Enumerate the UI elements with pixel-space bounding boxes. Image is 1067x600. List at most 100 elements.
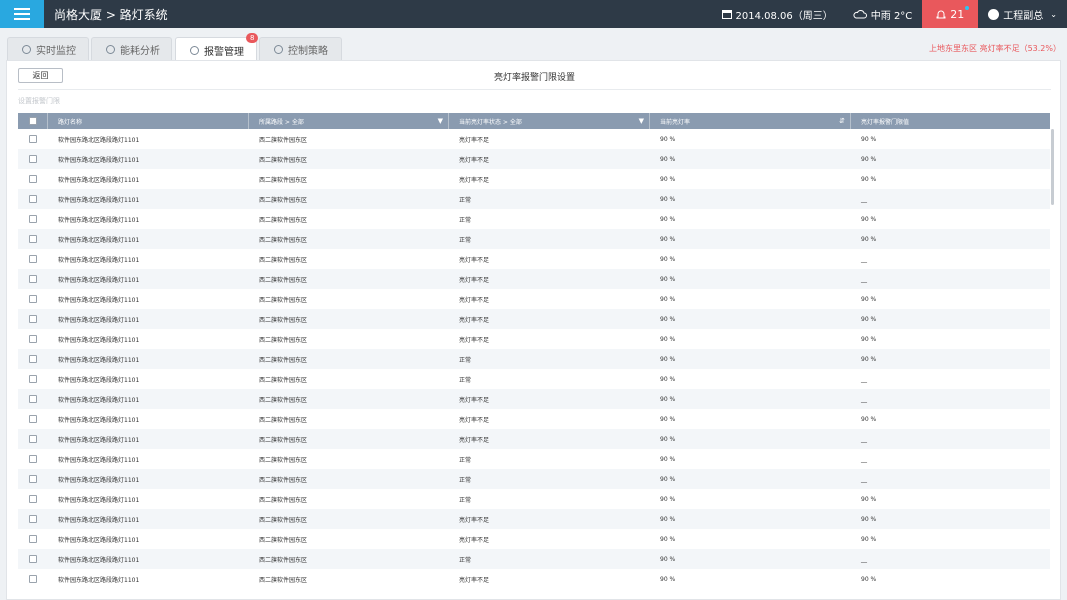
row-checkbox[interactable] <box>29 175 37 183</box>
scrollbar[interactable] <box>1051 129 1054 205</box>
tab-control-strategy[interactable]: 控制策略 <box>259 37 342 61</box>
row-checkbox[interactable] <box>29 135 37 143</box>
row-checkbox[interactable] <box>29 375 37 383</box>
panel-title: 亮灯率报警门限设置 <box>493 73 575 83</box>
alert-message[interactable]: 上地东里东区 亮灯率不足（53.2%） <box>929 43 1061 54</box>
row-checkbox[interactable] <box>29 535 37 543</box>
row-checkbox[interactable] <box>29 415 37 423</box>
row-checkbox[interactable] <box>29 455 37 463</box>
table-row[interactable]: 软件园东路北区路段路灯1101 西二旗软件园东区 亮灯率不足 90 % __ <box>18 389 1050 409</box>
row-checkbox[interactable] <box>29 295 37 303</box>
row-checkbox[interactable] <box>29 495 37 503</box>
header-status-filter[interactable]: 当前亮灯率状态 > 全部 ▼ <box>449 113 650 129</box>
table-row[interactable]: 软件园东路北区路段路灯1101 西二旗软件园东区 亮灯率不足 90 % __ <box>18 249 1050 269</box>
cell-current-rate: 90 % <box>660 455 676 463</box>
alarm-button[interactable]: 21 <box>922 0 979 28</box>
row-checkbox[interactable] <box>29 215 37 223</box>
cell-road: 西二旗软件园东区 <box>259 536 308 544</box>
cell-threshold: 90 % <box>861 215 877 223</box>
cell-status: 正常 <box>459 196 472 204</box>
table-row[interactable]: 软件园东路北区路段路灯1101 西二旗软件园东区 亮灯率不足 90 % 90 % <box>18 129 1050 149</box>
cell-road: 西二旗软件园东区 <box>259 156 308 164</box>
row-checkbox[interactable] <box>29 235 37 243</box>
table-row[interactable]: 软件园东路北区路段路灯1101 西二旗软件园东区 正常 90 % 90 % <box>18 349 1050 369</box>
table-row[interactable]: 软件园东路北区路段路灯1101 西二旗软件园东区 正常 90 % __ <box>18 189 1050 209</box>
cell-threshold: __ <box>861 255 867 263</box>
cell-status: 亮灯率不足 <box>459 416 490 424</box>
table-row[interactable]: 软件园东路北区路段路灯1101 西二旗软件园东区 亮灯率不足 90 % 90 % <box>18 289 1050 309</box>
tab-energy-analysis[interactable]: 能耗分析 <box>91 37 172 61</box>
chevron-down-icon: ▼ <box>638 117 644 125</box>
table-row[interactable]: 软件园东路北区路段路灯1101 西二旗软件园东区 正常 90 % __ <box>18 549 1050 569</box>
header-current-rate[interactable]: 当前亮灯率 ⇵ <box>650 113 851 129</box>
table-row[interactable]: 软件园东路北区路段路灯1101 西二旗软件园东区 亮灯率不足 90 % 90 % <box>18 329 1050 349</box>
tab-alarm-management[interactable]: 报警管理 8 <box>175 33 259 62</box>
user-menu[interactable]: 工程副总 ⌄ <box>978 0 1067 28</box>
cell-road: 西二旗软件园东区 <box>259 256 308 264</box>
cell-road: 西二旗软件园东区 <box>259 336 308 344</box>
row-checkbox[interactable] <box>29 255 37 263</box>
cell-light-name: 软件园东路北区路段路灯1101 <box>58 356 140 364</box>
cell-light-name: 软件园东路北区路段路灯1101 <box>58 316 140 324</box>
cell-current-rate: 90 % <box>660 275 676 283</box>
cell-current-rate: 90 % <box>660 355 676 363</box>
cell-road: 西二旗软件园东区 <box>259 376 308 384</box>
cell-current-rate: 90 % <box>660 435 676 443</box>
select-all-checkbox[interactable] <box>28 117 37 125</box>
cell-status: 亮灯率不足 <box>459 316 490 324</box>
cell-road: 西二旗软件园东区 <box>259 296 308 304</box>
table-row[interactable]: 软件园东路北区路段路灯1101 西二旗软件园东区 亮灯率不足 90 % 90 % <box>18 169 1050 189</box>
table-row[interactable]: 软件园东路北区路段路灯1101 西二旗软件园东区 正常 90 % __ <box>18 369 1050 389</box>
cell-light-name: 软件园东路北区路段路灯1101 <box>58 516 140 524</box>
table-row[interactable]: 软件园东路北区路段路灯1101 西二旗软件园东区 亮灯率不足 90 % 90 % <box>18 529 1050 549</box>
cell-light-name: 软件园东路北区路段路灯1101 <box>58 396 140 404</box>
cloud-icon <box>853 10 867 19</box>
row-checkbox[interactable] <box>29 355 37 363</box>
cell-road: 西二旗软件园东区 <box>259 436 308 444</box>
row-checkbox[interactable] <box>29 515 37 523</box>
cell-light-name: 软件园东路北区路段路灯1101 <box>58 496 140 504</box>
row-checkbox[interactable] <box>29 335 37 343</box>
table-row[interactable]: 软件园东路北区路段路灯1101 西二旗软件园东区 亮灯率不足 90 % __ <box>18 269 1050 289</box>
table-row[interactable]: 软件园东路北区路段路灯1101 西二旗软件园东区 正常 90 % 90 % <box>18 229 1050 249</box>
row-checkbox[interactable] <box>29 435 37 443</box>
row-checkbox[interactable] <box>29 315 37 323</box>
table-row[interactable]: 软件园东路北区路段路灯1101 西二旗软件园东区 亮灯率不足 90 % 90 % <box>18 309 1050 329</box>
cell-road: 西二旗软件园东区 <box>259 216 308 224</box>
monitor-icon <box>22 45 31 54</box>
row-checkbox[interactable] <box>29 555 37 563</box>
menu-icon[interactable] <box>0 0 44 28</box>
tab-realtime-monitor[interactable]: 实时监控 <box>7 37 89 61</box>
cell-status: 正常 <box>459 556 472 564</box>
cell-select <box>18 489 48 509</box>
cell-select <box>18 289 48 309</box>
table-row[interactable]: 软件园东路北区路段路灯1101 西二旗软件园东区 亮灯率不足 90 % 90 % <box>18 149 1050 169</box>
header-road-filter[interactable]: 所属路段 > 全部 ▼ <box>249 113 449 129</box>
table-row[interactable]: 软件园东路北区路段路灯1101 西二旗软件园东区 正常 90 % __ <box>18 449 1050 469</box>
table-row[interactable]: 软件园东路北区路段路灯1101 西二旗软件园东区 正常 90 % 90 % <box>18 209 1050 229</box>
date-display: 2014.08.06（周三） <box>712 0 843 28</box>
cell-threshold: __ <box>861 395 867 403</box>
table-row[interactable]: 软件园东路北区路段路灯1101 西二旗软件园东区 亮灯率不足 90 % 90 % <box>18 509 1050 529</box>
cell-select <box>18 189 48 209</box>
row-checkbox[interactable] <box>29 575 37 583</box>
row-checkbox[interactable] <box>29 475 37 483</box>
cell-select <box>18 509 48 529</box>
cell-road: 西二旗软件园东区 <box>259 416 308 424</box>
cell-status: 亮灯率不足 <box>459 296 490 304</box>
cell-road: 西二旗软件园东区 <box>259 236 308 244</box>
cell-threshold: __ <box>861 555 867 563</box>
cell-road: 西二旗软件园东区 <box>259 496 308 504</box>
table-row[interactable]: 软件园东路北区路段路灯1101 西二旗软件园东区 亮灯率不足 90 % __ <box>18 429 1050 449</box>
table-row[interactable]: 软件园东路北区路段路灯1101 西二旗软件园东区 亮灯率不足 90 % 90 % <box>18 409 1050 429</box>
chevron-down-icon: ▼ <box>437 117 443 125</box>
table-row[interactable]: 软件园东路北区路段路灯1101 西二旗软件园东区 亮灯率不足 90 % 90 % <box>18 569 1050 589</box>
sort-icon: ⇵ <box>839 117 845 125</box>
table-row[interactable]: 软件园东路北区路段路灯1101 西二旗软件园东区 正常 90 % 90 % <box>18 489 1050 509</box>
row-checkbox[interactable] <box>29 275 37 283</box>
table-row[interactable]: 软件园东路北区路段路灯1101 西二旗软件园东区 正常 90 % __ <box>18 469 1050 489</box>
row-checkbox[interactable] <box>29 195 37 203</box>
row-checkbox[interactable] <box>29 395 37 403</box>
cell-light-name: 软件园东路北区路段路灯1101 <box>58 156 140 164</box>
row-checkbox[interactable] <box>29 155 37 163</box>
